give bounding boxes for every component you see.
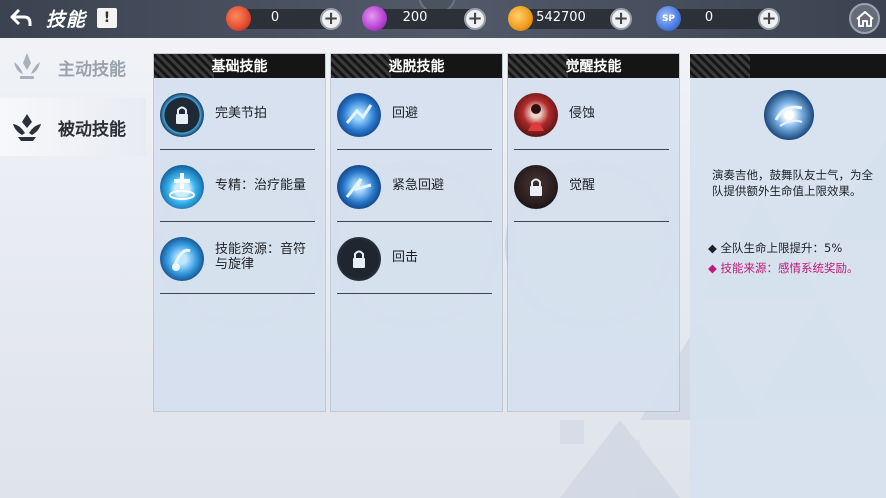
skill-description: 演奏吉他，鼓舞队友士气，为全队提供额外生命值上限效果。 — [712, 168, 873, 198]
skill-name: 回避 — [392, 106, 419, 121]
currency-sp-value: 0 — [704, 10, 714, 25]
top-bar: 技能 ! 0 + 200 + 542700 + SP 0 + — [0, 0, 886, 38]
currency-coin: 542700 + — [508, 6, 632, 31]
skill-item[interactable]: 回避 — [331, 78, 502, 150]
column-header: 觉醒技能 — [508, 54, 679, 78]
skill-name: 紧急回避 — [392, 178, 445, 193]
erosion-icon — [514, 93, 558, 137]
lock-icon — [160, 93, 204, 137]
currency-coin-value: 542700 — [536, 10, 586, 25]
back-button[interactable] — [8, 6, 34, 30]
skill-column-basic: 基础技能 完美节拍 专精：治疗能量 技能资源：音符与旋律 — [154, 54, 325, 411]
column-title: 基础技能 — [211, 59, 268, 75]
help-button[interactable]: ! — [97, 8, 117, 28]
divider — [337, 293, 492, 294]
skill-item[interactable]: 紧急回避 — [331, 150, 502, 222]
lock-icon — [514, 165, 558, 209]
skill-item[interactable]: 侵蚀 — [508, 78, 679, 150]
skill-name: 完美节拍 — [215, 106, 268, 121]
add-coin-button[interactable]: + — [610, 8, 632, 30]
column-title: 觉醒技能 — [565, 59, 622, 75]
active-skill-emblem-icon — [14, 53, 40, 79]
add-crystal-button[interactable]: + — [464, 8, 486, 30]
sidebar-item-label: 被动技能 — [58, 119, 126, 140]
sidebar-item-label: 主动技能 — [58, 59, 126, 80]
skill-source: ◆ 技能来源：感情系统奖励。 — [708, 261, 859, 275]
add-sp-button[interactable]: + — [758, 8, 780, 30]
skill-item[interactable]: 回击 — [331, 222, 502, 294]
skill-name: 侵蚀 — [569, 106, 596, 121]
column-title: 逃脱技能 — [388, 59, 445, 75]
skill-name: 技能资源：音符与旋律 — [215, 242, 307, 272]
add-fire-button[interactable]: + — [320, 8, 342, 30]
column-header: 基础技能 — [154, 54, 325, 78]
heal-energy-icon — [160, 165, 204, 209]
currency-fire-value: 0 — [270, 10, 280, 25]
skill-column-escape: 逃脱技能 回避 紧急回避 回击 — [331, 54, 502, 411]
skill-effect: ◆ 全队生命上限提升：5% — [708, 241, 843, 255]
sidebar-item-passive-skills[interactable]: 被动技能 — [0, 98, 146, 156]
currency-crystal: 200 + — [362, 6, 486, 31]
currency-crystal-value: 200 — [402, 10, 428, 25]
notes-icon — [160, 237, 204, 281]
skill-name: 专精：治疗能量 — [215, 178, 307, 193]
skill-item[interactable]: 觉醒 — [508, 150, 679, 222]
passive-skill-emblem-icon — [13, 114, 41, 141]
back-arrow-icon — [10, 9, 32, 26]
divider — [160, 293, 315, 294]
page-title: 技能 — [46, 9, 87, 31]
detail-header — [690, 54, 886, 78]
currency-sp: SP 0 + — [656, 6, 780, 31]
skill-column-awakening: 觉醒技能 侵蚀 觉醒 — [508, 54, 679, 411]
column-header: 逃脱技能 — [331, 54, 502, 78]
sidebar-item-active-skills[interactable]: 主动技能 — [0, 38, 146, 96]
emergency-dodge-icon — [337, 165, 381, 209]
skill-item[interactable]: 技能资源：音符与旋律 — [154, 222, 325, 294]
home-icon — [855, 10, 874, 27]
skill-item[interactable]: 完美节拍 — [154, 78, 325, 150]
home-button[interactable] — [849, 3, 880, 34]
skill-detail-panel: 演奏吉他，鼓舞队友士气，为全队提供额外生命值上限效果。 ◆ 全队生命上限提升：5… — [690, 54, 886, 498]
sidebar: 主动技能 被动技能 — [0, 38, 146, 156]
divider — [514, 221, 669, 222]
lock-icon — [337, 237, 381, 281]
selected-skill-icon — [764, 90, 814, 140]
dodge-icon — [337, 93, 381, 137]
currency-fire: 0 + — [226, 6, 342, 31]
skill-item[interactable]: 专精：治疗能量 — [154, 150, 325, 222]
skill-name: 觉醒 — [569, 178, 596, 193]
skill-name: 回击 — [392, 250, 419, 265]
